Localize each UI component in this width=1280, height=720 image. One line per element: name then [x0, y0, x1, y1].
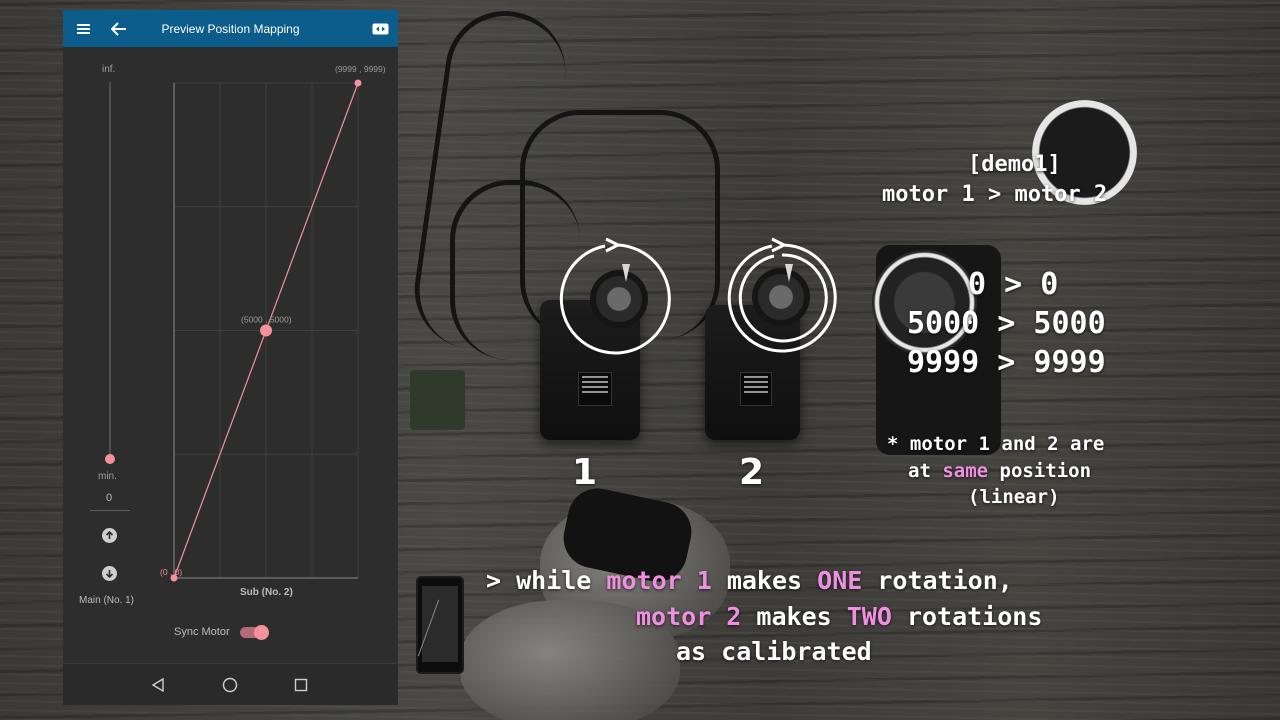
sync-motor-toggle-knob[interactable] — [254, 625, 269, 640]
note-at: at — [908, 460, 943, 482]
demo-title: [demo1] — [968, 152, 1061, 177]
motor-1-rotation-arrow — [559, 243, 671, 355]
home-circle-icon[interactable] — [210, 664, 250, 706]
note-position: position — [988, 460, 1092, 482]
caption-highlight: ONE — [817, 566, 863, 595]
caption-part: rotation, — [862, 566, 1013, 595]
swap-icon[interactable] — [362, 10, 398, 47]
mapping-panel: inf. min. 0 Main (No. 1) (0 , 0) (5000 , … — [63, 47, 398, 665]
back-triangle-icon[interactable] — [138, 664, 178, 706]
caption-highlight: motor 2 — [636, 602, 742, 631]
page-title: Preview Position Mapping — [161, 21, 300, 36]
caption-part: rotations — [891, 602, 1043, 631]
android-nav-bar — [63, 663, 398, 705]
recents-square-icon[interactable] — [281, 664, 321, 706]
motor-2-arrowhead — [771, 237, 788, 253]
mapping-line-3: 9999 > 9999 — [907, 345, 1106, 380]
motor-1-marker — [622, 264, 630, 282]
point-label: (9999 , 9999) — [335, 64, 386, 74]
point-label: (0 , 0) — [160, 567, 182, 577]
demo-subtitle: motor 1 > motor 2 — [882, 182, 1108, 207]
caption-line-2: motor 2 makes TWO rotations — [636, 602, 1042, 631]
motor-2-rotation-inner — [738, 253, 828, 343]
mapping-chart[interactable]: (0 , 0) (5000 , 5000) (9999 , 9999) — [63, 47, 398, 607]
caption-line-1: > while motor 1 makes ONE rotation, — [486, 566, 1013, 595]
mapping-line-2: 5000 > 5000 — [907, 306, 1106, 341]
mapping-line-1: 0 > 0 — [968, 267, 1059, 302]
app-bar: Preview Position Mapping — [63, 10, 398, 47]
note-line-2: at same position — [908, 460, 1091, 482]
mapping-point[interactable] — [260, 324, 273, 337]
caption-part: makes — [741, 602, 847, 631]
motor-1-label: 1 — [572, 452, 598, 493]
motor-2-marker — [785, 264, 793, 282]
note-line-3: (linear) — [968, 486, 1060, 508]
caption-highlight: motor 1 — [606, 566, 712, 595]
mapping-point[interactable] — [354, 79, 362, 87]
motor-2-label: 2 — [739, 452, 765, 493]
motor-2-rotation-outer — [727, 243, 837, 353]
caption-highlight: TWO — [846, 602, 892, 631]
note-same: same — [942, 460, 989, 482]
sync-motor-label: Sync Motor — [174, 626, 230, 638]
point-label: (5000 , 5000) — [241, 314, 292, 324]
phone-screen: Preview Position Mapping inf. min. 0 Mai… — [63, 10, 398, 705]
caption-line-3: as calibrated — [676, 637, 872, 666]
note-line-1: * motor 1 and 2 are — [887, 433, 1105, 455]
motor-1-arrowhead — [605, 237, 622, 253]
caption-part: > while — [486, 566, 607, 595]
x-axis-label: Sub (No. 2) — [240, 587, 293, 598]
caption-part: makes — [711, 566, 818, 595]
